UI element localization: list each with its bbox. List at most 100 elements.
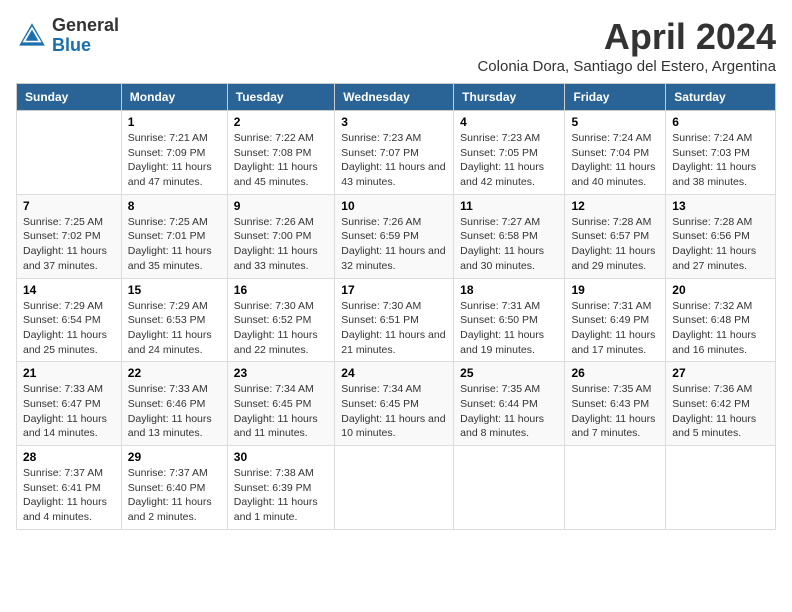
day-number: 23 — [234, 366, 329, 380]
day-info: Sunrise: 7:31 AMSunset: 6:49 PMDaylight:… — [571, 299, 659, 358]
day-info: Sunrise: 7:32 AMSunset: 6:48 PMDaylight:… — [672, 299, 769, 358]
header-cell-saturday: Saturday — [666, 84, 776, 111]
logo-icon — [16, 20, 48, 52]
day-number: 3 — [341, 115, 447, 129]
day-info: Sunrise: 7:26 AMSunset: 6:59 PMDaylight:… — [341, 215, 447, 274]
day-cell: 12Sunrise: 7:28 AMSunset: 6:57 PMDayligh… — [565, 194, 666, 278]
week-row-5: 28 Sunrise: 7:37 AMSunset: 6:41 PMDayligh… — [17, 446, 776, 530]
header-row: SundayMondayTuesdayWednesdayThursdayFrid… — [17, 84, 776, 111]
day-info: Sunrise: 7:23 AMSunset: 7:05 PMDaylight:… — [460, 131, 558, 190]
day-cell: 10 Sunrise: 7:26 AMSunset: 6:59 PMDayligh… — [335, 194, 454, 278]
day-info: Sunrise: 7:35 AMSunset: 6:44 PMDaylight:… — [460, 382, 558, 441]
day-info: Sunrise: 7:33 AMSunset: 6:47 PMDaylight:… — [23, 382, 115, 441]
day-cell: 28 Sunrise: 7:37 AMSunset: 6:41 PMDayligh… — [17, 446, 122, 530]
header-cell-monday: Monday — [121, 84, 227, 111]
day-info: Sunrise: 7:27 AMSunset: 6:58 PMDaylight:… — [460, 215, 558, 274]
title-block: April 2024 Colonia Dora, Santiago del Es… — [477, 16, 776, 75]
day-info: Sunrise: 7:34 AMSunset: 6:45 PMDaylight:… — [341, 382, 447, 441]
day-cell: 26 Sunrise: 7:35 AMSunset: 6:43 PMDayligh… — [565, 362, 666, 446]
day-info: Sunrise: 7:30 AMSunset: 6:51 PMDaylight:… — [341, 299, 447, 358]
day-number: 8 — [128, 199, 221, 213]
day-number: 30 — [234, 450, 329, 464]
header-cell-wednesday: Wednesday — [335, 84, 454, 111]
day-number: 10 — [341, 199, 447, 213]
day-info: Sunrise: 7:21 AMSunset: 7:09 PMDaylight:… — [128, 131, 221, 190]
day-info: Sunrise: 7:28 AMSunset: 6:56 PMDaylight:… — [672, 215, 769, 274]
day-info: Sunrise: 7:35 AMSunset: 6:43 PMDaylight:… — [571, 382, 659, 441]
logo: General Blue — [16, 16, 119, 56]
week-row-4: 21 Sunrise: 7:33 AMSunset: 6:47 PMDayligh… — [17, 362, 776, 446]
day-info: Sunrise: 7:34 AMSunset: 6:45 PMDaylight:… — [234, 382, 329, 441]
day-number: 13 — [672, 199, 769, 213]
location-subtitle: Colonia Dora, Santiago del Estero, Argen… — [477, 58, 776, 75]
day-cell: 7Sunrise: 7:25 AMSunset: 7:02 PMDaylight… — [17, 194, 122, 278]
day-cell: 21 Sunrise: 7:33 AMSunset: 6:47 PMDayligh… — [17, 362, 122, 446]
day-info: Sunrise: 7:28 AMSunset: 6:57 PMDaylight:… — [571, 215, 659, 274]
day-cell: 17Sunrise: 7:30 AMSunset: 6:51 PMDayligh… — [335, 278, 454, 362]
day-cell — [565, 446, 666, 530]
logo-text: General Blue — [52, 16, 119, 56]
day-cell: 9 Sunrise: 7:26 AMSunset: 7:00 PMDaylight… — [227, 194, 335, 278]
day-number: 20 — [672, 283, 769, 297]
day-cell — [454, 446, 565, 530]
day-cell: 27Sunrise: 7:36 AMSunset: 6:42 PMDayligh… — [666, 362, 776, 446]
logo-blue-text: Blue — [52, 36, 119, 56]
week-row-2: 7Sunrise: 7:25 AMSunset: 7:02 PMDaylight… — [17, 194, 776, 278]
day-number: 24 — [341, 366, 447, 380]
day-cell: 14 Sunrise: 7:29 AMSunset: 6:54 PMDayligh… — [17, 278, 122, 362]
day-cell: 22Sunrise: 7:33 AMSunset: 6:46 PMDayligh… — [121, 362, 227, 446]
day-number: 9 — [234, 199, 329, 213]
header-cell-friday: Friday — [565, 84, 666, 111]
day-info: Sunrise: 7:29 AMSunset: 6:53 PMDaylight:… — [128, 299, 221, 358]
day-info: Sunrise: 7:24 AMSunset: 7:03 PMDaylight:… — [672, 131, 769, 190]
day-number: 21 — [23, 366, 115, 380]
day-number: 29 — [128, 450, 221, 464]
day-cell: 18Sunrise: 7:31 AMSunset: 6:50 PMDayligh… — [454, 278, 565, 362]
header-cell-thursday: Thursday — [454, 84, 565, 111]
calendar-body: 1 Sunrise: 7:21 AMSunset: 7:09 PMDaylight… — [17, 111, 776, 530]
logo-general-text: General — [52, 16, 119, 36]
day-info: Sunrise: 7:33 AMSunset: 6:46 PMDaylight:… — [128, 382, 221, 441]
day-info: Sunrise: 7:30 AMSunset: 6:52 PMDaylight:… — [234, 299, 329, 358]
day-number: 5 — [571, 115, 659, 129]
day-cell: 3Sunrise: 7:23 AMSunset: 7:07 PMDaylight… — [335, 111, 454, 195]
day-info: Sunrise: 7:24 AMSunset: 7:04 PMDaylight:… — [571, 131, 659, 190]
week-row-3: 14 Sunrise: 7:29 AMSunset: 6:54 PMDayligh… — [17, 278, 776, 362]
day-number: 15 — [128, 283, 221, 297]
calendar-header: SundayMondayTuesdayWednesdayThursdayFrid… — [17, 84, 776, 111]
day-cell: 1 Sunrise: 7:21 AMSunset: 7:09 PMDaylight… — [121, 111, 227, 195]
day-number: 25 — [460, 366, 558, 380]
day-cell: 6Sunrise: 7:24 AMSunset: 7:03 PMDaylight… — [666, 111, 776, 195]
calendar-table: SundayMondayTuesdayWednesdayThursdayFrid… — [16, 83, 776, 530]
day-info: Sunrise: 7:37 AMSunset: 6:41 PMDaylight:… — [23, 466, 115, 525]
day-cell: 5 Sunrise: 7:24 AMSunset: 7:04 PMDaylight… — [565, 111, 666, 195]
day-number: 27 — [672, 366, 769, 380]
day-info: Sunrise: 7:25 AMSunset: 7:02 PMDaylight:… — [23, 215, 115, 274]
day-number: 11 — [460, 199, 558, 213]
day-info: Sunrise: 7:25 AMSunset: 7:01 PMDaylight:… — [128, 215, 221, 274]
day-info: Sunrise: 7:22 AMSunset: 7:08 PMDaylight:… — [234, 131, 329, 190]
day-number: 28 — [23, 450, 115, 464]
day-number: 4 — [460, 115, 558, 129]
day-number: 19 — [571, 283, 659, 297]
day-number: 16 — [234, 283, 329, 297]
page-header: General Blue April 2024 Colonia Dora, Sa… — [16, 16, 776, 75]
day-info: Sunrise: 7:37 AMSunset: 6:40 PMDaylight:… — [128, 466, 221, 525]
day-cell: 15 Sunrise: 7:29 AMSunset: 6:53 PMDayligh… — [121, 278, 227, 362]
day-number: 26 — [571, 366, 659, 380]
month-title: April 2024 — [477, 16, 776, 58]
header-cell-sunday: Sunday — [17, 84, 122, 111]
day-info: Sunrise: 7:38 AMSunset: 6:39 PMDaylight:… — [234, 466, 329, 525]
day-number: 18 — [460, 283, 558, 297]
day-number: 14 — [23, 283, 115, 297]
header-cell-tuesday: Tuesday — [227, 84, 335, 111]
day-number: 2 — [234, 115, 329, 129]
day-cell: 13 Sunrise: 7:28 AMSunset: 6:56 PMDayligh… — [666, 194, 776, 278]
day-cell: 29 Sunrise: 7:37 AMSunset: 6:40 PMDayligh… — [121, 446, 227, 530]
day-cell — [17, 111, 122, 195]
day-info: Sunrise: 7:29 AMSunset: 6:54 PMDaylight:… — [23, 299, 115, 358]
day-info: Sunrise: 7:26 AMSunset: 7:00 PMDaylight:… — [234, 215, 329, 274]
day-number: 1 — [128, 115, 221, 129]
day-cell — [666, 446, 776, 530]
week-row-1: 1 Sunrise: 7:21 AMSunset: 7:09 PMDaylight… — [17, 111, 776, 195]
